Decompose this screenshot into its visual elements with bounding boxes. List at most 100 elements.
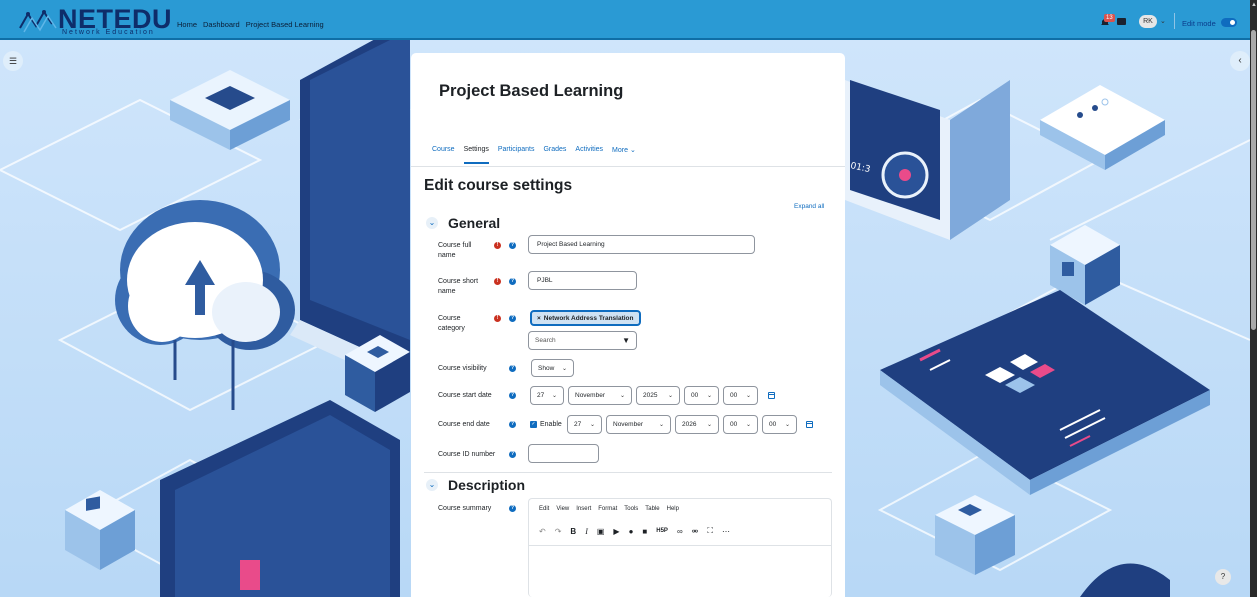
category-search-select[interactable]: Search ▼ — [528, 331, 637, 350]
main-content-card: Project Based Learning Course Settings P… — [411, 53, 845, 597]
redo-icon[interactable]: ↷ — [555, 527, 562, 536]
help-icon[interactable]: ? — [509, 315, 516, 322]
bold-icon[interactable]: B — [570, 527, 576, 536]
notification-count-badge: 13 — [1104, 14, 1115, 22]
end-day-value: 27 — [574, 421, 582, 428]
end-hour-select[interactable]: 00 ⌄ — [723, 415, 758, 434]
page-scrollbar[interactable]: ▲ — [1250, 0, 1257, 597]
chevron-down-icon: ⌄ — [706, 393, 712, 399]
nav-home[interactable]: Home — [177, 20, 197, 29]
scroll-up-icon[interactable]: ▲ — [1251, 2, 1257, 8]
required-icon: ! — [494, 315, 501, 322]
help-icon[interactable]: ? — [509, 421, 516, 428]
help-icon[interactable]: ? — [509, 242, 516, 249]
edit-mode-toggle[interactable] — [1221, 18, 1237, 27]
end-year-select[interactable]: 2026 ⌄ — [675, 415, 719, 434]
id-number-input[interactable] — [528, 444, 599, 463]
editor-menu-help[interactable]: Help — [667, 506, 679, 512]
visibility-select[interactable]: Show ⌄ — [531, 359, 574, 377]
end-day-select[interactable]: 27 ⌄ — [567, 415, 602, 434]
start-day-value: 27 — [537, 392, 545, 399]
edit-mode-label: Edit mode — [1182, 19, 1216, 28]
end-year-value: 2026 — [682, 421, 697, 428]
end-minute-select[interactable]: 00 ⌄ — [762, 415, 797, 434]
image-icon[interactable]: ▣ — [597, 527, 605, 536]
block-drawer-chevron-left-icon[interactable]: ‹ — [1230, 51, 1250, 71]
course-index-toggle-icon[interactable]: ☰ — [3, 51, 23, 71]
tab-activities[interactable]: Activities — [575, 146, 610, 164]
tab-grades[interactable]: Grades — [543, 146, 573, 164]
editor-menu-view[interactable]: View — [556, 506, 569, 512]
italic-icon[interactable]: I — [585, 527, 588, 536]
logo-subtitle: Network Education — [62, 29, 155, 36]
expand-all-link[interactable]: Expand all — [794, 203, 824, 210]
start-day-select[interactable]: 27 ⌄ — [530, 386, 564, 405]
h5p-icon[interactable]: H5P — [656, 528, 668, 534]
chevron-down-icon: ⌄ — [784, 422, 790, 428]
help-icon[interactable]: ? — [509, 392, 516, 399]
section-title-general[interactable]: General — [448, 215, 500, 231]
tab-settings[interactable]: Settings — [463, 146, 489, 164]
tab-participants[interactable]: Participants — [498, 146, 542, 164]
editor-content-separator — [529, 545, 831, 546]
start-year-value: 2025 — [643, 392, 658, 399]
short-name-label: Course short name — [438, 278, 479, 295]
help-button[interactable]: ? — [1215, 569, 1231, 585]
nav-dashboard[interactable]: Dashboard — [203, 20, 240, 29]
nav-project-based-learning[interactable]: Project Based Learning — [246, 20, 324, 29]
microphone-icon[interactable]: ● — [629, 527, 634, 536]
general-collapse-chevron-icon[interactable]: ⌄ — [426, 217, 438, 229]
required-icon: ! — [494, 242, 501, 249]
unlink-icon[interactable]: ⚮ — [692, 527, 699, 536]
category-selected-tag[interactable]: × Network Address Translation — [530, 310, 641, 326]
calendar-icon[interactable] — [806, 421, 813, 428]
editor-menu-table[interactable]: Table — [645, 506, 659, 512]
editor-menu-insert[interactable]: Insert — [576, 506, 591, 512]
description-collapse-chevron-icon[interactable]: ⌄ — [426, 479, 438, 491]
help-icon[interactable]: ? — [509, 365, 516, 372]
short-name-input[interactable]: PJBL — [528, 271, 637, 290]
user-avatar[interactable]: RK — [1139, 15, 1157, 28]
tab-course[interactable]: Course — [432, 146, 462, 164]
remove-tag-icon[interactable]: × — [537, 315, 541, 322]
video-camera-icon[interactable]: ■ — [642, 527, 647, 536]
editor-menu-tools[interactable]: Tools — [624, 506, 638, 512]
form-heading: Edit course settings — [424, 177, 573, 194]
help-icon[interactable]: ? — [509, 451, 516, 458]
fullscreen-icon[interactable]: ⛶ — [707, 526, 713, 536]
media-icon[interactable]: ▶ — [613, 527, 619, 536]
start-date-label: Course start date — [438, 392, 492, 399]
end-month-select[interactable]: November ⌄ — [606, 415, 671, 434]
chevron-down-icon: ⌄ — [706, 422, 712, 428]
start-month-select[interactable]: November ⌄ — [568, 386, 632, 405]
help-icon[interactable]: ? — [509, 505, 516, 512]
category-label: Course category — [438, 315, 465, 332]
help-icon[interactable]: ? — [509, 278, 516, 285]
full-name-input[interactable]: Project Based Learning — [528, 235, 755, 254]
user-menu-chevron-down-icon[interactable]: ⌄ — [1160, 17, 1166, 25]
id-number-label: Course ID number — [438, 451, 496, 458]
undo-icon[interactable]: ↶ — [539, 527, 546, 536]
start-hour-select[interactable]: 00 ⌄ — [684, 386, 719, 405]
category-tag-label: Network Address Translation — [543, 314, 634, 322]
messages-icon[interactable] — [1117, 18, 1126, 25]
primary-navigation: Home Dashboard Project Based Learning — [177, 20, 324, 29]
start-minute-select[interactable]: 00 ⌄ — [723, 386, 758, 405]
start-year-select[interactable]: 2025 ⌄ — [636, 386, 680, 405]
end-date-label: Course end date — [438, 421, 490, 428]
section-title-description[interactable]: Description — [448, 477, 525, 493]
tab-more[interactable]: More ⌄ — [612, 146, 643, 164]
more-options-icon[interactable]: ⋯ — [722, 527, 730, 536]
start-month-value: November — [575, 392, 605, 399]
end-month-value: November — [613, 421, 643, 428]
link-icon[interactable]: ∞ — [677, 527, 683, 536]
site-logo[interactable]: NETEDU Network Education — [18, 4, 172, 36]
calendar-icon[interactable] — [768, 392, 775, 399]
navbar-divider — [1174, 13, 1175, 29]
scrollbar-thumb[interactable] — [1251, 30, 1256, 330]
chevron-down-icon: ⌄ — [619, 393, 625, 399]
end-date-enable-checkbox[interactable]: ✓ — [530, 421, 537, 428]
editor-menu-format[interactable]: Format — [598, 506, 617, 512]
editor-menu-edit[interactable]: Edit — [539, 506, 549, 512]
visibility-label: Course visibility — [438, 365, 487, 372]
